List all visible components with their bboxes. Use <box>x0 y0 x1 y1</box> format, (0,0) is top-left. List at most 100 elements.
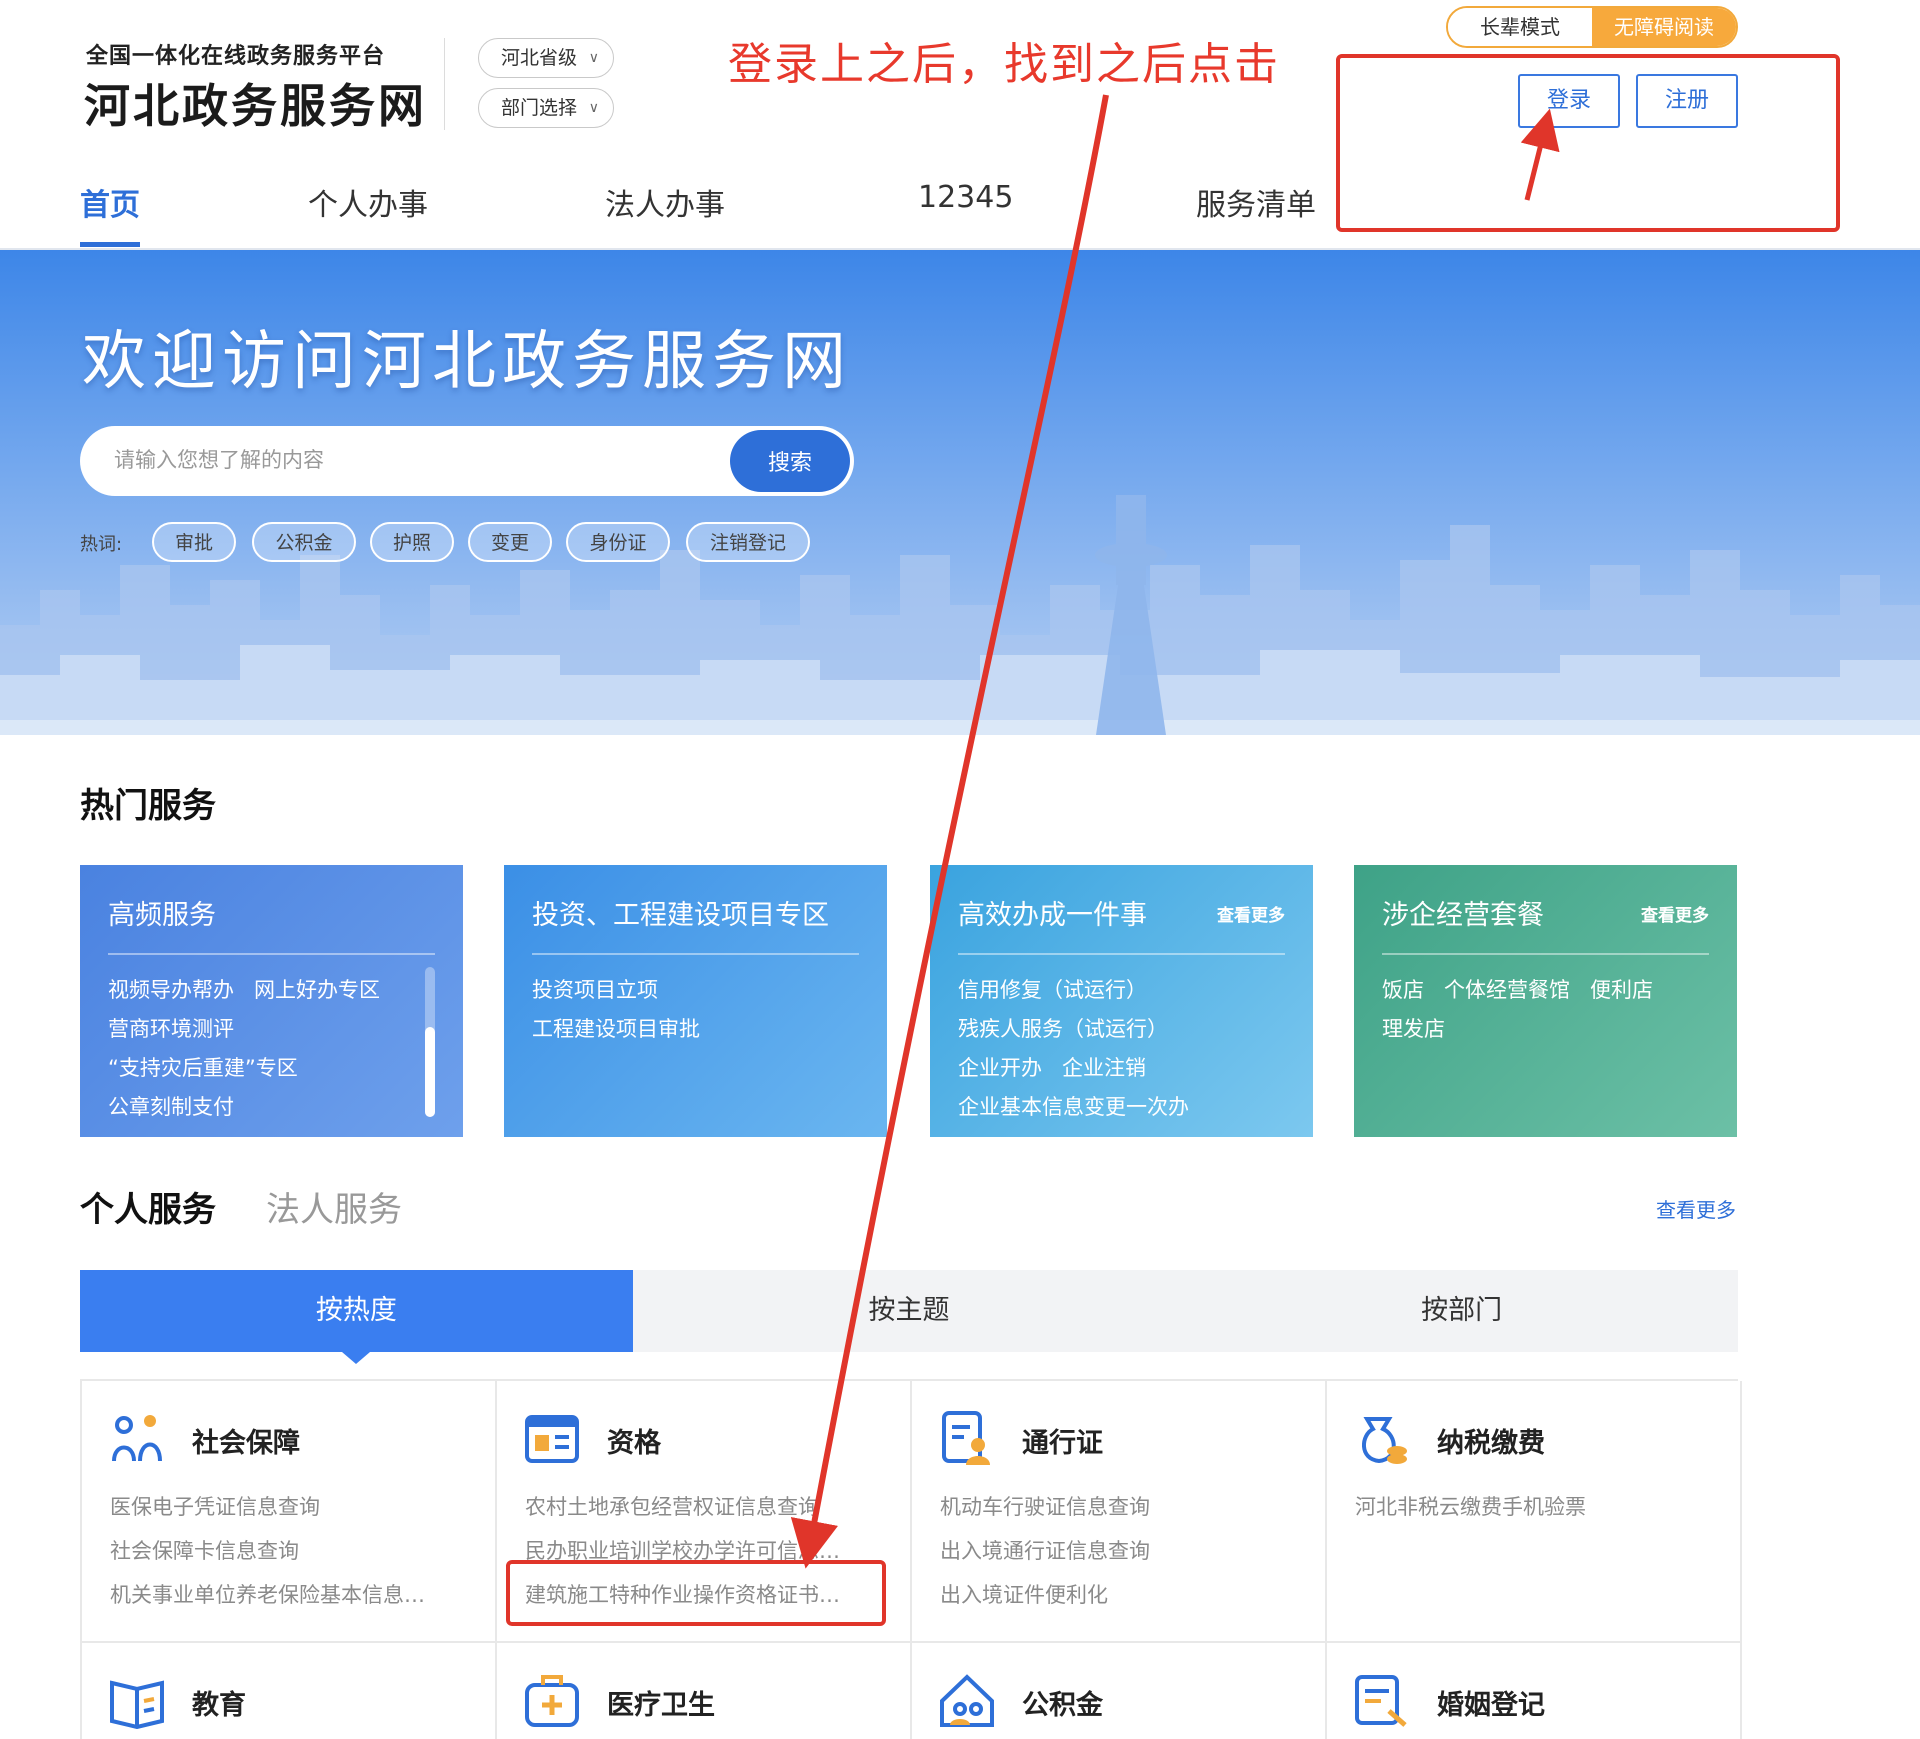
nav-12345[interactable]: 12345 <box>918 180 1013 225</box>
card-link[interactable]: 理发店 <box>1382 1017 1445 1041</box>
card-title: 投资、工程建设项目专区 <box>532 900 829 931</box>
card-one-thing[interactable]: 高效办成一件事 查看更多 信用修复（试运行） 残疾人服务（试运行） 企业开办 企业… <box>930 865 1313 1137</box>
annotation-instruction: 登录上之后，找到之后点击 <box>728 39 1280 90</box>
region-select-label: 河北省级 <box>501 47 578 69</box>
tab-personal-services[interactable]: 个人服务 <box>80 1182 216 1231</box>
card-link[interactable]: 投资项目立项 <box>532 978 658 1002</box>
tab-legal-services[interactable]: 法人服务 <box>266 1182 402 1231</box>
nav-personal[interactable]: 个人办事 <box>308 180 428 234</box>
accessible-reading-button[interactable]: 无障碍阅读 <box>1592 8 1736 46</box>
medical-icon <box>525 1675 579 1727</box>
category-housing-fund[interactable]: 公积金 <box>912 1643 1327 1739</box>
main-nav: 首页 个人办事 法人办事 12345 服务清单 <box>0 180 1400 250</box>
hot-tag-deregistration[interactable]: 注销登记 <box>686 522 810 562</box>
service-link[interactable]: 社会保障卡信息查询 <box>110 1529 475 1573</box>
search-input[interactable] <box>114 426 754 496</box>
logo-title[interactable]: 河北政务服务网 <box>84 70 427 136</box>
category-title: 资格 <box>607 1428 661 1459</box>
nav-home[interactable]: 首页 <box>80 180 140 247</box>
card-link[interactable]: 企业开办 <box>958 1056 1042 1080</box>
service-link[interactable]: 医保电子凭证信息查询 <box>110 1485 475 1529</box>
department-select-label: 部门选择 <box>501 97 578 119</box>
category-tax[interactable]: 纳税缴费 河北非税云缴费手机验票 <box>1327 1381 1742 1643</box>
card-link[interactable]: 网上好办专区 <box>254 978 380 1002</box>
card-business-package[interactable]: 涉企经营套餐 查看更多 饭店 个体经营餐馆 便利店 理发店 <box>1354 865 1737 1137</box>
card-link[interactable]: 视频导办帮办 <box>108 978 234 1002</box>
pass-icon <box>942 1411 990 1465</box>
card-scrollbar[interactable] <box>425 967 435 1117</box>
department-select[interactable]: 部门选择 ∨ <box>478 88 614 128</box>
hot-tag-passport[interactable]: 护照 <box>370 522 454 562</box>
card-divider <box>108 953 435 955</box>
chevron-down-icon: ∨ <box>588 100 599 116</box>
social-security-icon <box>112 1415 162 1462</box>
category-title: 教育 <box>192 1690 246 1721</box>
card-link[interactable]: 饭店 <box>1382 978 1424 1002</box>
card-link[interactable]: 残疾人服务（试运行） <box>958 1017 1168 1041</box>
category-education[interactable]: 教育 <box>82 1643 497 1739</box>
card-link[interactable]: 工程建设项目审批 <box>532 1017 700 1041</box>
service-link[interactable]: 出入境通行证信息查询 <box>940 1529 1305 1573</box>
category-title: 纳税缴费 <box>1437 1428 1545 1459</box>
elder-mode-button[interactable]: 长辈模式 <box>1448 8 1592 46</box>
card-high-frequency[interactable]: 高频服务 视频导办帮办 网上好办专区 营商环境测评 “支持灾后重建”专区 公章刻制… <box>80 865 463 1137</box>
tax-icon <box>1362 1417 1407 1464</box>
chevron-down-icon: ∨ <box>588 50 599 66</box>
segment-by-department[interactable]: 按部门 <box>1185 1270 1738 1352</box>
nav-legal[interactable]: 法人办事 <box>605 180 725 234</box>
card-investment-zone[interactable]: 投资、工程建设项目专区 投资项目立项 工程建设项目审批 <box>504 865 887 1137</box>
segment-by-popularity[interactable]: 按热度 <box>80 1270 633 1364</box>
hot-tag-change[interactable]: 变更 <box>468 522 552 562</box>
hot-tag-id-card[interactable]: 身份证 <box>566 522 670 562</box>
card-divider <box>1382 953 1709 955</box>
card-link[interactable]: 营商环境测评 <box>108 1017 234 1041</box>
marriage-icon <box>1355 1675 1407 1727</box>
reading-mode-toggle: 长辈模式 无障碍阅读 <box>1446 6 1738 48</box>
category-title: 通行证 <box>1022 1428 1103 1459</box>
housing-fund-icon <box>940 1674 994 1727</box>
nav-service-list[interactable]: 服务清单 <box>1196 180 1316 234</box>
card-link[interactable]: 信用修复（试运行） <box>958 978 1147 1002</box>
category-marriage[interactable]: 婚姻登记 <box>1327 1643 1742 1739</box>
logo-subtitle: 全国一体化在线政务服务平台 <box>86 44 386 69</box>
service-link[interactable]: 河北非税云缴费手机验票 <box>1355 1485 1720 1529</box>
hot-tag-approval[interactable]: 审批 <box>152 522 236 562</box>
sort-segment-control: 按热度 按主题 按部门 <box>80 1270 1738 1364</box>
card-divider <box>532 953 859 955</box>
site-header: 全国一体化在线政务服务平台 河北政务服务网 河北省级 ∨ 部门选择 ∨ 登录上之… <box>0 0 1920 250</box>
service-link[interactable]: 出入境证件便利化 <box>940 1573 1305 1617</box>
service-link[interactable]: 机动车行驶证信息查询 <box>940 1485 1305 1529</box>
hot-tag-housing-fund[interactable]: 公积金 <box>252 522 356 562</box>
category-title: 社会保障 <box>192 1428 300 1459</box>
education-icon <box>110 1680 164 1729</box>
service-link[interactable]: 农村土地承包经营权证信息查询 <box>525 1485 890 1529</box>
segment-by-topic[interactable]: 按主题 <box>633 1270 1186 1352</box>
annotation-box-target-link <box>506 1560 886 1626</box>
search-bar: 搜索 <box>80 426 854 496</box>
qualification-icon <box>525 1415 579 1463</box>
card-link[interactable]: 便利店 <box>1590 978 1653 1002</box>
annotation-box-login <box>1336 54 1840 232</box>
category-medical[interactable]: 医疗卫生 <box>497 1643 912 1739</box>
card-link[interactable]: 企业注销 <box>1062 1056 1146 1080</box>
category-social-security[interactable]: 社会保障 医保电子凭证信息查询 社会保障卡信息查询 机关事业单位养老保险基本信息… <box>82 1381 497 1643</box>
category-title: 婚姻登记 <box>1437 1690 1545 1721</box>
card-divider <box>958 953 1285 955</box>
hero-banner: 欢迎访问河北政务服务网 搜索 热词: 审批 公积金 护照 变更 身份证 注销登记 <box>0 250 1920 735</box>
card-link[interactable]: 企业基本信息变更一次办 <box>958 1095 1189 1119</box>
banner-title: 欢迎访问河北政务服务网 <box>82 325 852 399</box>
card-link[interactable]: 个体经营餐馆 <box>1444 978 1570 1002</box>
card-title: 高频服务 <box>108 900 216 931</box>
card-view-more[interactable]: 查看更多 <box>1217 901 1285 926</box>
region-select[interactable]: 河北省级 ∨ <box>478 38 614 78</box>
card-title: 涉企经营套餐 <box>1382 900 1544 931</box>
service-link[interactable]: 机关事业单位养老保险基本信息… <box>110 1573 475 1617</box>
card-link[interactable]: “支持灾后重建”专区 <box>108 1056 298 1080</box>
view-more-link[interactable]: 查看更多 <box>1656 1194 1736 1223</box>
card-title: 高效办成一件事 <box>958 900 1147 931</box>
search-button[interactable]: 搜索 <box>730 430 850 492</box>
card-view-more[interactable]: 查看更多 <box>1641 901 1709 926</box>
category-pass[interactable]: 通行证 机动车行驶证信息查询 出入境通行证信息查询 出入境证件便利化 <box>912 1381 1327 1643</box>
card-link[interactable]: 公章刻制支付 <box>108 1095 234 1119</box>
service-category-grid: 社会保障 医保电子凭证信息查询 社会保障卡信息查询 机关事业单位养老保险基本信息… <box>80 1379 1742 1739</box>
